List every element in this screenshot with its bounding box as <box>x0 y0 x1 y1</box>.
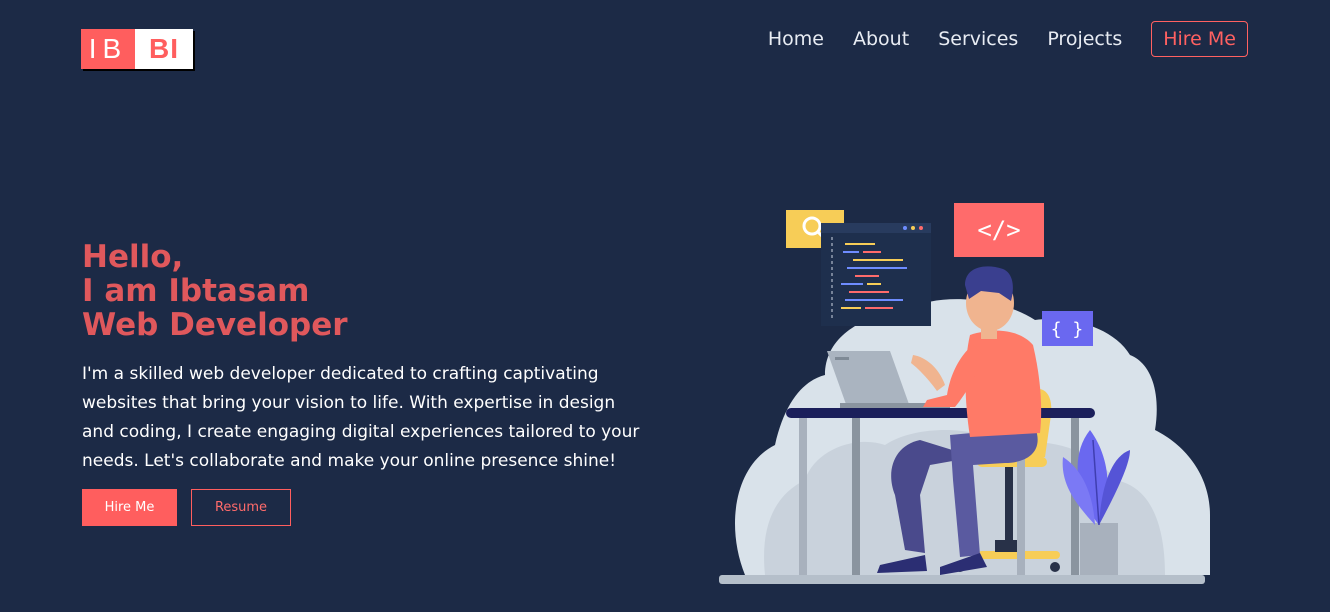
braces-card: { } <box>1042 311 1093 346</box>
code-tag-card: </> <box>954 203 1044 257</box>
nav-home-link[interactable]: Home <box>768 28 824 50</box>
resume-button[interactable]: Resume <box>191 489 291 526</box>
brand-logo[interactable]: IB BI <box>81 29 193 69</box>
logo-part-bi: BI <box>135 29 193 69</box>
logo-part-ib: IB <box>81 29 135 69</box>
code-window <box>821 223 931 326</box>
developer-illustration: </> { } <box>719 203 1210 584</box>
hero-name: I am Ibtasam <box>82 273 310 309</box>
braces-text: { } <box>1051 319 1084 340</box>
hero-role: Web Developer <box>82 307 348 343</box>
main-nav: Home About Services Projects Hire Me <box>739 20 1248 58</box>
hero-headline: Hello, I am Ibtasam Web Developer <box>82 240 348 342</box>
nav-about-link[interactable]: About <box>853 28 909 50</box>
hire-me-button[interactable]: Hire Me <box>82 489 177 526</box>
nav-projects-link[interactable]: Projects <box>1047 28 1122 50</box>
hero-greeting: Hello, <box>82 239 184 275</box>
code-tag-text: </> <box>977 216 1020 244</box>
nav-services-link[interactable]: Services <box>938 28 1018 50</box>
nav-hire-me-button[interactable]: Hire Me <box>1151 21 1248 57</box>
hero-description: I'm a skilled web developer dedicated to… <box>82 364 640 471</box>
floor <box>719 575 1205 584</box>
